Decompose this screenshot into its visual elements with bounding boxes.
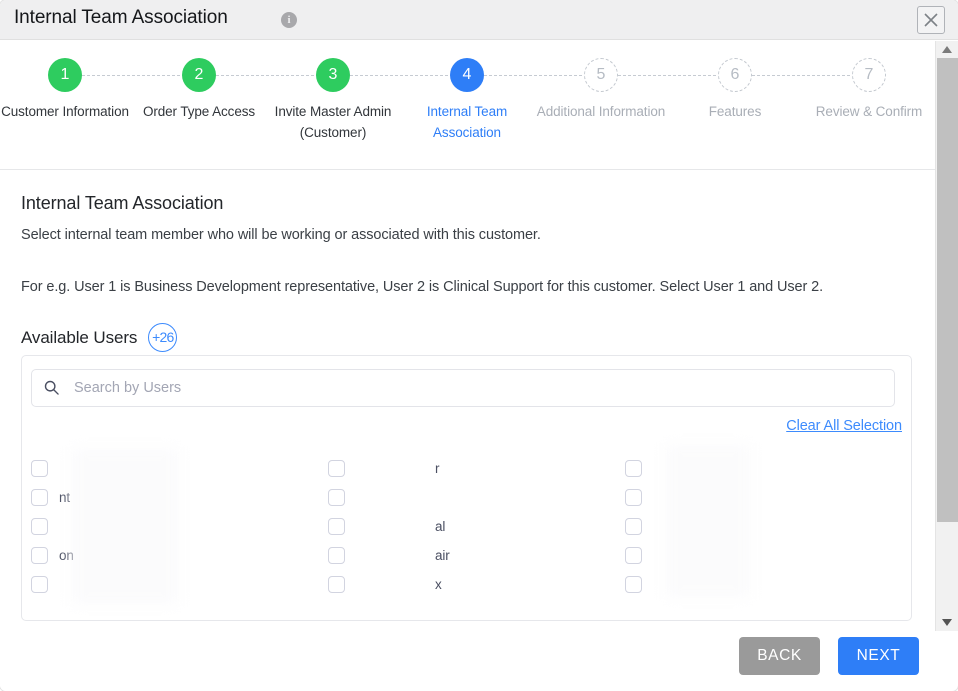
user-name: on — [59, 548, 74, 563]
next-button[interactable]: NEXT — [838, 637, 919, 675]
search-field[interactable] — [31, 369, 895, 407]
user-column-2: r al air x — [319, 445, 750, 599]
step-bubble-5[interactable]: 5 — [584, 58, 618, 92]
user-checkbox[interactable] — [328, 518, 345, 535]
list-item[interactable]: air — [319, 541, 616, 570]
chevron-up-icon — [942, 46, 952, 53]
step-label-6: Features — [708, 104, 762, 119]
step-label-2: Order Type Access — [142, 104, 256, 119]
wizard-modal: Internal Team Association i 1 Customer I… — [0, 0, 958, 691]
user-checkbox[interactable] — [31, 547, 48, 564]
modal-footer: BACK NEXT — [0, 621, 935, 691]
list-item[interactable] — [616, 512, 911, 541]
back-button[interactable]: BACK — [739, 637, 820, 675]
step-label-7: Review & Confirm — [815, 104, 923, 119]
step-label-5: Additional Information — [536, 104, 666, 119]
list-item[interactable] — [616, 570, 911, 599]
step-bubble-2[interactable]: 2 — [182, 58, 216, 92]
step-bubble-4[interactable]: 4 — [450, 58, 484, 92]
user-checkbox[interactable] — [328, 576, 345, 593]
user-checkbox[interactable] — [625, 576, 642, 593]
list-item[interactable] — [22, 454, 319, 483]
step-content: Internal Team Association Select interna… — [0, 171, 935, 621]
user-checkbox[interactable] — [625, 518, 642, 535]
search-icon — [44, 380, 59, 395]
step-bubble-1[interactable]: 1 — [48, 58, 82, 92]
available-users-header: Available Users +26 — [21, 323, 178, 352]
list-item[interactable] — [319, 483, 616, 512]
user-checkbox[interactable] — [31, 489, 48, 506]
user-checkbox[interactable] — [625, 460, 642, 477]
page-title: Internal Team Association — [14, 7, 228, 28]
user-list-grid: nt on r al air x — [22, 445, 911, 604]
close-button[interactable] — [917, 6, 945, 34]
info-icon[interactable]: i — [281, 12, 297, 28]
list-item[interactable]: nt — [22, 483, 319, 512]
stepper-item-3[interactable]: 3 Invite Master Admin (Customer) — [258, 58, 408, 143]
list-item[interactable] — [616, 454, 911, 483]
step-bubble-7[interactable]: 7 — [852, 58, 886, 92]
user-column-3 — [616, 454, 911, 599]
search-input[interactable] — [72, 370, 882, 406]
user-checkbox[interactable] — [328, 460, 345, 477]
step-label-3: Invite Master Admin (Customer) — [274, 104, 392, 140]
section-title: Internal Team Association — [21, 193, 224, 213]
section-example: For e.g. User 1 is Business Development … — [21, 279, 824, 295]
clear-all-selection-link[interactable]: Clear All Selection — [786, 418, 902, 434]
wizard-stepper: 1 Customer Information 2 Order Type Acce… — [0, 40, 935, 170]
available-users-card: Clear All Selection nt — [21, 355, 912, 621]
available-users-count-badge[interactable]: +26 — [148, 323, 178, 352]
modal-titlebar: Internal Team Association i — [0, 0, 958, 40]
user-checkbox[interactable] — [328, 489, 345, 506]
stepper-item-1[interactable]: 1 Customer Information — [0, 58, 140, 122]
scrollbar-thumb[interactable] — [937, 58, 958, 522]
stepper-item-2[interactable]: 2 Order Type Access — [124, 58, 274, 122]
close-icon — [924, 13, 938, 27]
list-item[interactable]: al — [319, 512, 616, 541]
list-item[interactable]: r — [319, 454, 616, 483]
user-checkbox[interactable] — [625, 547, 642, 564]
user-name: x — [435, 577, 442, 592]
section-description: Select internal team member who will be … — [21, 227, 541, 243]
user-checkbox[interactable] — [328, 547, 345, 564]
list-item[interactable] — [616, 483, 911, 512]
user-checkbox[interactable] — [31, 460, 48, 477]
user-name: air — [435, 548, 450, 563]
list-item[interactable]: on — [22, 541, 319, 570]
list-item[interactable] — [616, 541, 911, 570]
stepper-item-7[interactable]: 7 Review & Confirm — [794, 58, 944, 122]
stepper-item-4[interactable]: 4 Internal Team Association — [392, 58, 542, 143]
scroll-down-button[interactable] — [936, 614, 958, 631]
list-item[interactable] — [22, 570, 319, 599]
scroll-up-button[interactable] — [936, 41, 958, 58]
user-checkbox[interactable] — [625, 489, 642, 506]
step-bubble-6[interactable]: 6 — [718, 58, 752, 92]
user-column-1: nt on — [22, 449, 319, 604]
user-checkbox[interactable] — [31, 518, 48, 535]
list-item[interactable] — [22, 512, 319, 541]
stepper-item-6[interactable]: 6 Features — [660, 58, 810, 122]
list-item[interactable]: x — [319, 570, 616, 599]
step-label-4: Internal Team Association — [426, 104, 508, 140]
user-name: al — [435, 519, 446, 534]
user-name: r — [435, 461, 440, 476]
chevron-down-icon — [942, 619, 952, 626]
available-users-label: Available Users — [21, 327, 138, 347]
user-name: nt — [59, 490, 71, 505]
stepper-item-5[interactable]: 5 Additional Information — [526, 58, 676, 122]
step-label-1: Customer Information — [1, 104, 129, 119]
step-bubble-3[interactable]: 3 — [316, 58, 350, 92]
user-checkbox[interactable] — [31, 576, 48, 593]
vertical-scrollbar[interactable] — [935, 41, 958, 631]
